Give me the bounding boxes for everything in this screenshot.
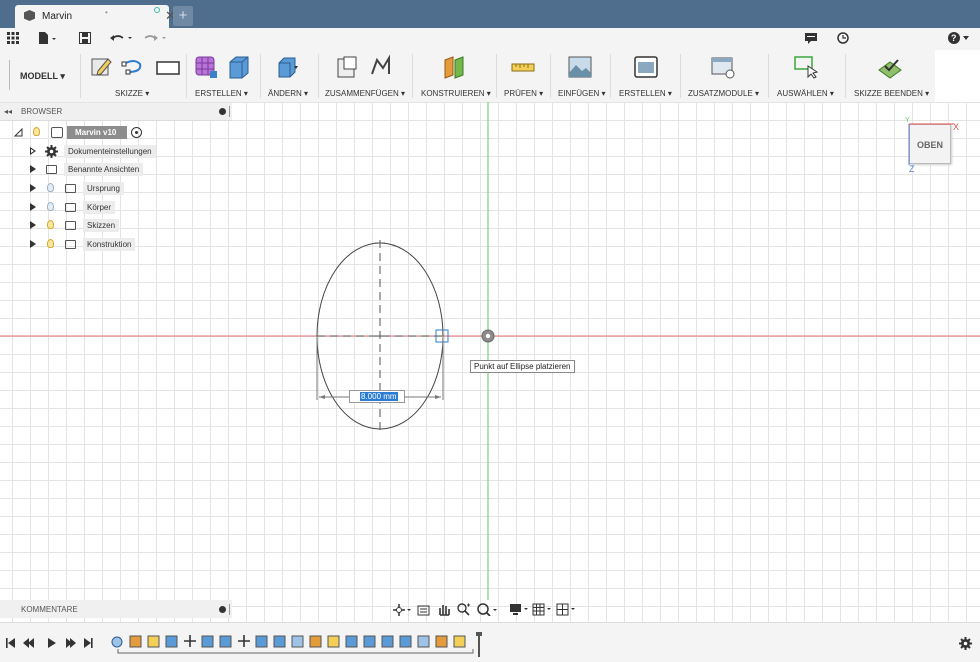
tree-root[interactable]: Marvin v10 <box>0 125 232 140</box>
collapsed-triangle-icon[interactable] <box>30 221 36 229</box>
timeline-controls[interactable] <box>6 636 96 650</box>
timeline-history[interactable] <box>108 631 488 659</box>
visibility-bulb-icon[interactable] <box>47 183 54 192</box>
tree-item-konstruktion[interactable]: Konstruktion <box>0 237 232 252</box>
tree-label: Konstruktion <box>83 238 136 251</box>
timeline-settings-gear-icon[interactable] <box>959 637 972 650</box>
axis-y-label: Y <box>905 117 910 124</box>
visibility-bulb-icon[interactable] <box>47 239 54 248</box>
orbit-icon[interactable] <box>393 604 411 616</box>
pan-hand-icon[interactable] <box>437 603 450 616</box>
tree-label: Ursprung <box>83 182 124 195</box>
zoom-icon[interactable] <box>457 603 471 616</box>
comments-resize-handle[interactable] <box>229 604 230 615</box>
tree-item-ursprung[interactable]: Ursprung <box>0 181 232 196</box>
axis-z-label: Z <box>909 164 915 174</box>
tree-item-benannte-ansichten[interactable]: Benannte Ansichten <box>0 162 232 177</box>
sketch-geometry[interactable] <box>0 0 980 662</box>
tree-label: Körper <box>83 201 116 214</box>
visibility-bulb-icon[interactable] <box>33 127 40 136</box>
navigation-bar <box>390 601 590 619</box>
tree-label: Skizzen <box>83 219 120 232</box>
origin-point-center <box>485 333 491 339</box>
axis-x-label: X <box>953 122 960 132</box>
comments-panel-header[interactable]: KOMMENTARE <box>0 600 232 618</box>
browser-panel-header: ◂◂ BROWSER <box>0 103 232 121</box>
dimension-arrow-left <box>319 395 325 399</box>
tree-label: Dokumenteinstellungen <box>64 145 156 158</box>
visibility-bulb-icon[interactable] <box>47 202 54 211</box>
visibility-bulb-icon[interactable] <box>47 220 54 229</box>
zoom-window-icon[interactable] <box>477 603 499 616</box>
settings-gear-icon <box>45 145 58 158</box>
dimension-arrow-right <box>435 395 441 399</box>
collapse-browser-icon[interactable]: ◂◂ <box>4 107 12 116</box>
tree-item-koerper[interactable]: Körper <box>0 200 232 215</box>
folder-icon <box>46 165 57 174</box>
browser-title: BROWSER <box>21 107 63 116</box>
collapsed-triangle-icon[interactable] <box>30 240 36 248</box>
collapsed-triangle-icon[interactable] <box>30 203 36 211</box>
browser-resize-handle[interactable] <box>229 106 230 117</box>
display-settings-icon[interactable] <box>509 603 531 616</box>
expanded-triangle-icon[interactable] <box>14 128 23 137</box>
activate-component-dot <box>135 131 138 134</box>
comments-title: KOMMENTARE <box>21 605 78 614</box>
grid-settings-icon[interactable] <box>532 603 554 616</box>
folder-icon <box>65 203 76 212</box>
dimension-input[interactable]: 8.000 mm <box>349 390 405 403</box>
component-icon <box>51 127 63 138</box>
look-at-icon[interactable] <box>417 604 430 616</box>
comments-pin-icon[interactable] <box>219 606 226 613</box>
folder-icon <box>65 221 76 230</box>
placement-tooltip: Punkt auf Ellipse platzieren <box>470 360 575 373</box>
timeline-bar <box>0 622 980 662</box>
collapsed-triangle-icon[interactable] <box>30 184 36 192</box>
collapsed-triangle-icon[interactable] <box>30 165 36 173</box>
tree-item-dokumenteinstellungen[interactable]: Dokumenteinstellungen <box>0 144 232 159</box>
viewports-icon[interactable] <box>556 603 578 616</box>
folder-icon <box>65 184 76 193</box>
dimension-value[interactable]: 8.000 mm <box>360 392 398 401</box>
tree-label: Benannte Ansichten <box>64 163 144 176</box>
browser-pin-icon[interactable] <box>219 108 226 115</box>
tree-item-skizzen[interactable]: Skizzen <box>0 218 232 233</box>
folder-icon <box>65 240 76 249</box>
root-component-label[interactable]: Marvin v10 <box>67 126 127 139</box>
